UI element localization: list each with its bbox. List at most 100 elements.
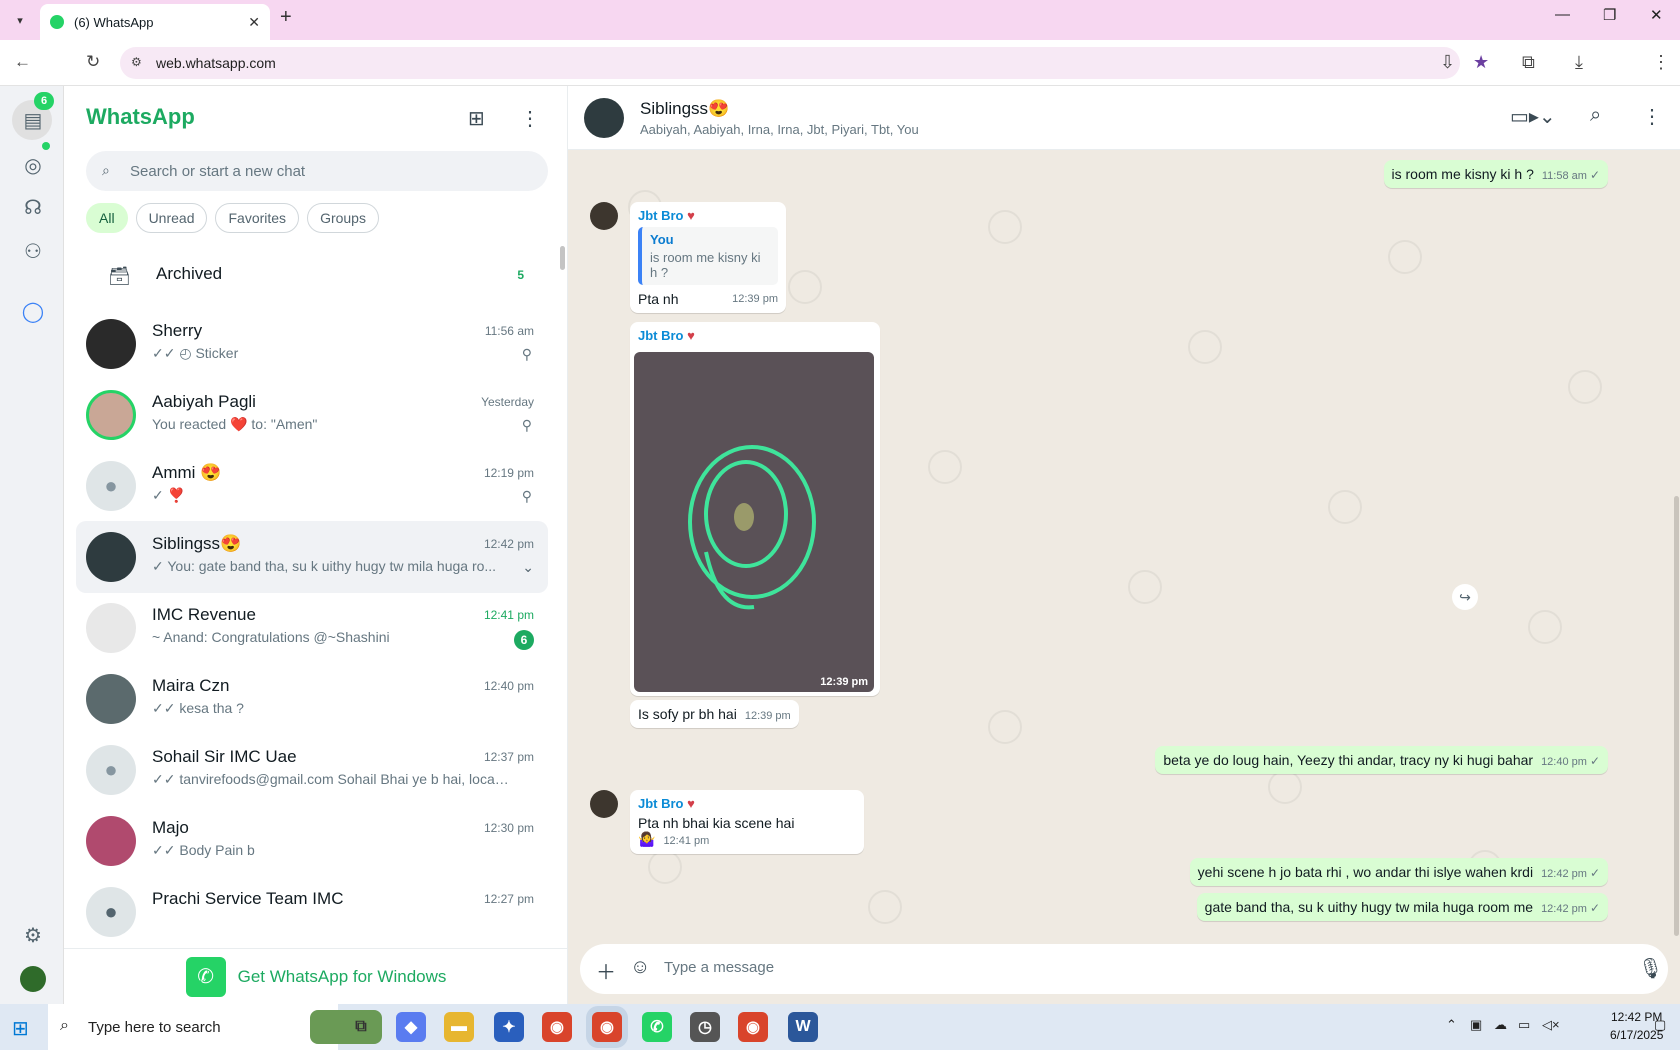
message-outgoing[interactable]: gate band tha, su k uithy hugy tw mila h… [1196, 893, 1608, 921]
copilot-icon[interactable]: ◆ [396, 1012, 426, 1042]
task-view-icon[interactable]: ⧉ [346, 1012, 376, 1042]
whatsapp-icon[interactable]: ✆ [642, 1012, 672, 1042]
browser-menu-icon[interactable]: ⋮ [1652, 52, 1670, 73]
chat-preview: ✓✓ kesa tha ? [152, 700, 244, 716]
message-incoming[interactable]: Jbt Bro ♥ You is room me kisny ki h ? Pt… [630, 202, 786, 313]
get-windows-app-banner[interactable]: ✆ Get WhatsApp for Windows [64, 948, 568, 1004]
message-outgoing[interactable]: is room me kisny ki h ? 11:58 am ✓ [1383, 160, 1608, 188]
message-incoming[interactable]: Jbt Bro ♥ Pta nh bhai kia scene hai🤷‍♀️ 1… [630, 790, 864, 854]
meet-icon[interactable]: ▣ [1470, 1017, 1482, 1033]
message-text: Is sofy pr bh hai [638, 706, 737, 722]
search-icon[interactable]: ⌕ [1590, 104, 1601, 127]
attach-plus-icon[interactable]: ＋ [596, 956, 616, 985]
word-icon[interactable]: W [788, 1012, 818, 1042]
file-explorer-icon[interactable]: ▬ [444, 1012, 474, 1042]
menu-icon[interactable]: ⋮ [1642, 104, 1662, 129]
taskbar-search-placeholder: Type here to search [88, 1018, 221, 1036]
site-info-icon[interactable]: ⚙ [131, 55, 142, 69]
sticker-icon[interactable]: ☺ [630, 956, 650, 979]
chat-row[interactable]: ● Ammi 😍 12:19 pm ✓ ❣️ ⚲ [76, 450, 548, 522]
clock-app-icon[interactable]: ◷ [690, 1012, 720, 1042]
chats-icon[interactable]: ▤ [20, 107, 46, 133]
back-icon[interactable]: ← [14, 52, 31, 72]
archived-row[interactable]: 🗃 Archived 5 [64, 246, 568, 306]
chat-row[interactable]: Sherry 11:56 am ✓✓ ◴ Sticker ⚲ [76, 308, 548, 380]
filter-unread[interactable]: Unread [135, 203, 208, 233]
group-avatar[interactable] [584, 98, 624, 138]
avatar [86, 674, 136, 724]
filter-groups[interactable]: Groups [307, 203, 379, 233]
sidebar-scrollbar[interactable] [560, 246, 565, 270]
chat-row-selected[interactable]: Siblingss😍 12:42 pm ✓ You: gate band tha… [76, 521, 548, 593]
volume-icon[interactable]: ◁× [1542, 1017, 1560, 1033]
network-icon[interactable]: ▭ [1518, 1017, 1530, 1033]
bookmark-star-icon[interactable]: ★ [1473, 52, 1489, 73]
message-outgoing[interactable]: yehi scene h jo bata rhi , wo andar thi … [1189, 858, 1608, 886]
close-tab-icon[interactable]: ✕ [248, 14, 260, 31]
message-composer[interactable]: ＋ ☺ Type a message 🎙 [580, 944, 1668, 994]
tab-search-icon[interactable]: ▾ [8, 8, 32, 32]
chat-row[interactable]: ● Sohail Sir IMC Uae 12:37 pm ✓✓ tanvire… [76, 734, 548, 806]
sender-name: Jbt Bro ♥ [638, 328, 695, 343]
status-icon[interactable]: ◎ [20, 152, 46, 178]
message-time: 12:41 pm [663, 835, 710, 847]
new-chat-icon[interactable]: ⊞ [468, 106, 485, 131]
sender-name: Jbt Bro ♥ [638, 208, 695, 223]
video-call-icon[interactable]: ▭▸⌄ [1510, 104, 1556, 129]
chrome-icon[interactable]: ◉ [542, 1012, 572, 1042]
onedrive-icon[interactable]: ☁ [1494, 1017, 1507, 1033]
menu-icon[interactable]: ⋮ [520, 106, 540, 131]
install-app-icon[interactable]: ⇩ [1440, 52, 1455, 73]
chat-row[interactable]: Majo 12:30 pm ✓✓ Body Pain b [76, 805, 548, 877]
filter-all[interactable]: All [86, 203, 128, 233]
avatar [86, 319, 136, 369]
filter-favorites[interactable]: Favorites [215, 203, 300, 233]
taskbar-search[interactable]: ⌕ Type here to search [48, 1004, 382, 1050]
windows-start-icon[interactable]: ⊞ [12, 1016, 29, 1041]
browser-tab-bar: ▾ (6) WhatsApp ✕ + — ❐ ✕ [0, 0, 1680, 40]
quoted-message[interactable]: You is room me kisny ki h ? [638, 227, 778, 285]
conversation-scrollbar[interactable] [1674, 496, 1679, 936]
sender-avatar[interactable] [590, 790, 618, 818]
chrome-active-icon[interactable]: ◉ [592, 1012, 622, 1042]
message-input[interactable]: Type a message [664, 959, 774, 976]
profile-icon[interactable] [20, 966, 46, 992]
app-icon[interactable]: ✦ [494, 1012, 524, 1042]
sender-avatar[interactable] [590, 202, 618, 230]
extensions-icon[interactable]: ⧉ [1522, 52, 1535, 73]
chat-row[interactable]: Maira Czn 12:40 pm ✓✓ kesa tha ? [76, 663, 548, 735]
chevron-down-icon[interactable]: ⌄ [522, 559, 534, 576]
microphone-icon[interactable]: 🎙 [1638, 956, 1663, 981]
image-time: 12:39 pm [820, 676, 868, 688]
window-close-icon[interactable]: ✕ [1650, 6, 1663, 24]
new-tab-button[interactable]: + [280, 6, 292, 29]
settings-icon[interactable]: ⚙ [20, 922, 46, 948]
meta-ai-icon[interactable]: ◯ [20, 298, 46, 324]
minimize-icon[interactable]: — [1555, 6, 1570, 23]
archived-count: 5 [517, 268, 524, 282]
conversation-header[interactable]: Siblingss😍 Aabiyah, Aabiyah, Irna, Irna,… [568, 86, 1680, 150]
chat-row[interactable]: IMC Revenue 12:41 pm ~ Anand: Congratula… [76, 592, 548, 664]
chat-row[interactable]: ● Prachi Service Team IMC 12:27 pm [76, 876, 548, 948]
message-incoming[interactable]: Is sofy pr bh hai 12:39 pm [630, 700, 799, 728]
browser-tab[interactable]: (6) WhatsApp ✕ [40, 4, 270, 40]
forward-icon[interactable]: ↪ [1452, 584, 1478, 610]
image-attachment[interactable]: 12:39 pm [634, 352, 874, 692]
reload-icon[interactable]: ↻ [86, 52, 100, 72]
restore-icon[interactable]: ❐ [1603, 6, 1616, 24]
communities-icon[interactable]: ⚇ [20, 238, 46, 264]
tab-title: (6) WhatsApp [74, 14, 154, 30]
chat-row[interactable]: Aabiyah Pagli Yesterday You reacted ❤️ t… [76, 379, 548, 451]
sent-tick-icon: ✓ [1589, 754, 1600, 768]
chat-name: Majo [152, 818, 189, 837]
address-bar[interactable]: ⚙ web.whatsapp.com [120, 47, 1460, 79]
chrome-profile-icon[interactable]: ◉ [738, 1012, 768, 1042]
message-image[interactable]: Jbt Bro ♥ 12:39 pm [630, 322, 880, 696]
channels-icon[interactable]: ☊ [20, 194, 46, 220]
notifications-icon[interactable]: ▢ [1654, 1017, 1666, 1033]
tray-chevron-icon[interactable]: ⌃ [1446, 1017, 1457, 1033]
downloads-icon[interactable]: ⤓ [1575, 52, 1583, 73]
message-time: 12:39 pm [732, 293, 778, 305]
search-input[interactable]: ⌕ Search or start a new chat [86, 151, 548, 191]
message-outgoing[interactable]: beta ye do loug hain, Yeezy thi andar, t… [1155, 746, 1608, 774]
